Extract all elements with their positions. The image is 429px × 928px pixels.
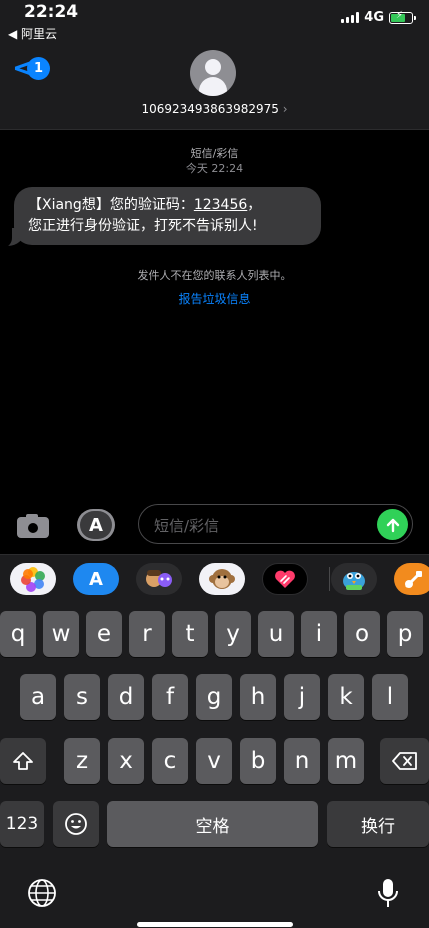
digital-touch-icon[interactable]: [262, 563, 308, 595]
network-type: 4G: [364, 10, 384, 25]
key-x[interactable]: x: [108, 738, 144, 784]
key-o[interactable]: o: [344, 611, 380, 657]
memoji-stickers-icon[interactable]: [136, 563, 182, 595]
key-h[interactable]: h: [240, 674, 276, 720]
key-u[interactable]: u: [258, 611, 294, 657]
status-indicators: 4G ⚡: [341, 10, 416, 25]
camera-icon: [26, 521, 40, 535]
message-text-line2: 您正进行身份验证，打死不告诉别人!: [28, 218, 258, 234]
key-i[interactable]: i: [301, 611, 337, 657]
key-l[interactable]: l: [372, 674, 408, 720]
numbers-key[interactable]: 123: [0, 801, 44, 847]
backspace-key[interactable]: [380, 738, 429, 784]
key-n[interactable]: n: [284, 738, 320, 784]
photos-app-icon[interactable]: [10, 563, 56, 595]
unread-badge[interactable]: 1: [27, 57, 50, 80]
key-w[interactable]: w: [43, 611, 79, 657]
key-y[interactable]: y: [215, 611, 251, 657]
signal-icon: [341, 12, 360, 23]
back-to-app-link[interactable]: ◀ 阿里云: [8, 25, 57, 42]
key-c[interactable]: c: [152, 738, 188, 784]
message-input[interactable]: 短信/彩信: [138, 504, 413, 544]
microphone-icon[interactable]: [372, 876, 404, 910]
status-time: 22:24: [24, 2, 79, 22]
conversation-header: < 1 106923493863982975 ›: [0, 44, 429, 130]
send-button[interactable]: [377, 509, 408, 540]
home-indicator: [137, 922, 293, 927]
arrow-up-icon: [386, 518, 399, 532]
key-m[interactable]: m: [328, 738, 364, 784]
imessage-app-strip: A: [0, 554, 429, 602]
camera-button[interactable]: [15, 512, 51, 540]
key-t[interactable]: t: [172, 611, 208, 657]
message-timestamp: 今天 22:24: [185, 162, 244, 175]
message-text-prefix: 【Xiang想】您的验证码：: [28, 197, 194, 213]
battery-charging-icon: ⚡: [389, 10, 416, 24]
status-bar: 22:24 ◀ 阿里云 4G ⚡: [0, 0, 429, 44]
contact-avatar[interactable]: [190, 50, 236, 96]
message-bubble[interactable]: 【Xiang想】您的验证码：123456， 您正进行身份验证，打死不告诉别人!: [14, 187, 321, 245]
key-d[interactable]: d: [108, 674, 144, 720]
verification-code[interactable]: 123456: [194, 197, 247, 213]
key-k[interactable]: k: [328, 674, 364, 720]
message-input-placeholder: 短信/彩信: [154, 517, 220, 535]
key-v[interactable]: v: [196, 738, 232, 784]
globe-icon[interactable]: [26, 876, 58, 910]
contact-name[interactable]: 106923493863982975 ›: [0, 102, 429, 116]
key-a[interactable]: a: [20, 674, 56, 720]
return-key[interactable]: 换行: [327, 801, 429, 847]
backspace-icon: [391, 752, 417, 770]
key-z[interactable]: z: [64, 738, 100, 784]
key-q[interactable]: q: [0, 611, 36, 657]
key-r[interactable]: r: [129, 611, 165, 657]
key-f[interactable]: f: [152, 674, 188, 720]
key-g[interactable]: g: [196, 674, 232, 720]
unknown-sender-notice: 发件人不在您的联系人列表中。: [137, 269, 292, 282]
emoji-key[interactable]: [53, 801, 99, 847]
message-meta: 短信/彩信 今天 22:24: [0, 146, 429, 176]
contact-number: 106923493863982975: [141, 102, 279, 116]
app-store-icon[interactable]: A: [73, 563, 119, 595]
key-s[interactable]: s: [64, 674, 100, 720]
shift-key[interactable]: [0, 738, 46, 784]
garageband-icon[interactable]: [394, 563, 429, 595]
report-junk-link[interactable]: 报告垃圾信息: [0, 290, 429, 307]
shift-icon: [13, 752, 33, 770]
key-p[interactable]: p: [387, 611, 423, 657]
key-b[interactable]: b: [240, 738, 276, 784]
person-icon: [205, 59, 221, 75]
app-store-button[interactable]: A: [77, 509, 115, 541]
service-label: 短信/彩信: [190, 147, 239, 160]
key-e[interactable]: e: [86, 611, 122, 657]
app-store-icon: A: [80, 511, 112, 539]
game-pigeon-icon[interactable]: [331, 563, 377, 595]
animoji-monkey-icon[interactable]: [199, 563, 245, 595]
chevron-right-icon: ›: [282, 102, 288, 116]
key-j[interactable]: j: [284, 674, 320, 720]
emoji-icon: [65, 813, 87, 835]
space-key[interactable]: 空格: [107, 801, 318, 847]
